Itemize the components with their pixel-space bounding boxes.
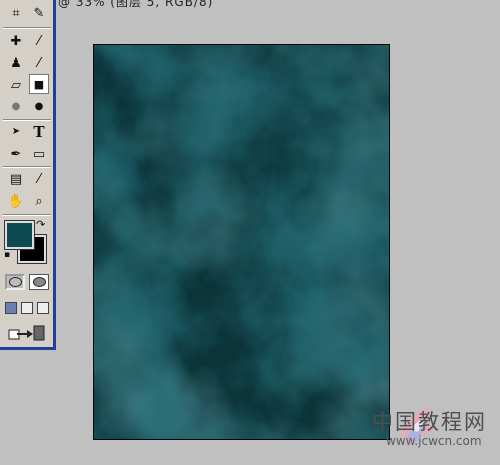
hand-tool[interactable]: ✋	[6, 191, 26, 211]
clone-stamp-tool[interactable]: ♟	[6, 53, 26, 73]
tool-separator	[3, 214, 51, 216]
watermark-url: www.jcwcn.com	[386, 434, 482, 448]
path-selection-tool[interactable]: ➤	[6, 122, 26, 142]
watermark-text: 中国教程网	[372, 410, 487, 434]
arrow-icon: ➤	[11, 126, 21, 137]
dodge-icon: ●	[34, 101, 44, 112]
foreground-color-swatch[interactable]	[5, 221, 34, 249]
document-canvas[interactable]	[93, 44, 390, 440]
standard-mode-icon	[8, 277, 22, 287]
tools-palette: ⌗ ✎ ✚ ⁄ ♟ ⁄ ▱ ■ ● ● ➤ T ✒ ▭ ▤ ⁄ ✋ ⌕ ↷ ▪	[0, 0, 56, 350]
slice-tool[interactable]: ✎	[29, 3, 49, 23]
rectangle-icon: ▭	[32, 146, 46, 162]
imageready-icon	[8, 325, 45, 341]
history-brush-icon: ⁄	[37, 55, 41, 71]
eyedropper-icon: ⁄	[37, 171, 41, 187]
slice-icon: ✎	[33, 5, 45, 21]
rectangle-tool[interactable]: ▭	[29, 144, 49, 164]
quick-mask-icon	[32, 277, 46, 287]
magnifier-icon: ⌕	[35, 193, 43, 209]
dodge-tool[interactable]: ●	[29, 97, 49, 117]
standard-mode-button[interactable]	[5, 274, 25, 290]
eraser-tool[interactable]: ▱	[6, 75, 26, 95]
healing-brush-tool[interactable]: ✚	[6, 31, 26, 51]
history-brush-tool[interactable]: ⁄	[29, 53, 49, 73]
full-screen-menu-mode-button[interactable]	[21, 302, 33, 314]
stamp-icon: ♟	[10, 55, 22, 71]
type-icon: T	[33, 122, 45, 141]
quick-mask-mode-button[interactable]	[29, 274, 49, 290]
standard-screen-mode-button[interactable]	[5, 302, 17, 314]
hand-icon: ✋	[7, 193, 25, 209]
notes-tool[interactable]: ▤	[6, 169, 26, 189]
site-watermark: 中国教程网 www.jcwcn.com	[372, 406, 500, 465]
brush-tool[interactable]: ⁄	[29, 31, 49, 51]
tool-separator	[3, 166, 51, 168]
type-tool[interactable]: T	[29, 122, 49, 142]
canvas-cloud-dark	[94, 45, 389, 439]
jump-to-imageready-button[interactable]	[6, 324, 48, 342]
eraser-icon: ▱	[11, 77, 21, 93]
tool-separator	[3, 119, 51, 121]
notes-icon: ▤	[9, 171, 23, 187]
pen-tool[interactable]: ✒	[6, 144, 26, 164]
clouds-render	[94, 45, 389, 439]
swap-colors-icon[interactable]: ↷	[36, 218, 45, 231]
gradient-tool[interactable]: ■	[29, 74, 49, 94]
blur-tool[interactable]: ●	[6, 97, 26, 117]
eyedropper-tool[interactable]: ⁄	[29, 169, 49, 189]
zoom-tool[interactable]: ⌕	[29, 191, 49, 211]
full-screen-mode-button[interactable]	[37, 302, 49, 314]
gradient-icon: ■	[33, 77, 45, 91]
document-title-bar: @ 33% (图层 5, RGB/8)	[0, 0, 500, 12]
crop-icon: ⌗	[12, 5, 20, 21]
pen-icon: ✒	[10, 146, 22, 162]
window-title: @ 33% (图层 5, RGB/8)	[58, 0, 214, 9]
brush-icon: ⁄	[37, 33, 41, 49]
drop-icon: ●	[11, 101, 21, 112]
crop-tool[interactable]: ⌗	[6, 3, 26, 23]
default-colors-icon[interactable]: ▪	[4, 250, 10, 260]
bandage-icon: ✚	[10, 33, 22, 49]
tool-separator	[3, 27, 51, 29]
